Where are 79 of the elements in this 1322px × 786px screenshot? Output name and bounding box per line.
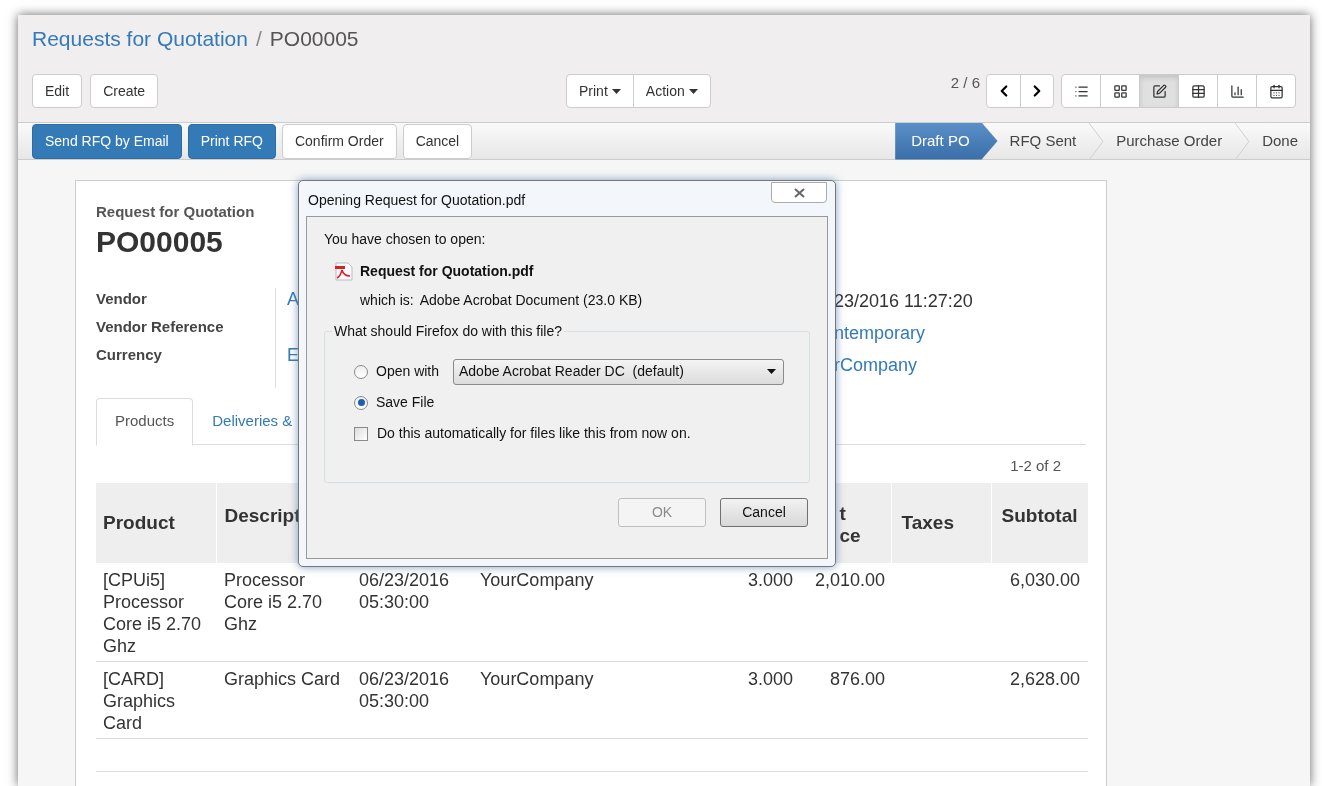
radio-button[interactable] — [354, 395, 368, 410]
stage-step[interactable]: RFQ Sent — [997, 122, 1089, 160]
file-name: Request for Quotation.pdf — [360, 262, 534, 281]
document-subtitle: Request for Quotation — [96, 202, 255, 222]
close-button[interactable] — [771, 182, 827, 203]
field-value-link[interactable]: E — [287, 344, 299, 365]
view-switch-button[interactable] — [1139, 74, 1179, 108]
radio-label[interactable]: Save File — [376, 392, 456, 413]
status-bar-button[interactable]: Print RFQ — [187, 123, 276, 159]
column-header[interactable]: Subtotal — [991, 482, 1088, 563]
table-cell: 3.000 — [706, 661, 799, 738]
next-button[interactable] — [1020, 74, 1054, 108]
table-cell: 2,628.00 — [991, 661, 1088, 738]
intro-text: You have chosen to open: — [324, 230, 487, 249]
status-bar-button[interactable]: Confirm Order — [281, 123, 397, 159]
field-label: Vendor Reference — [96, 316, 225, 337]
pager-text: 2 / 6 — [950, 73, 980, 93]
view-switch-button[interactable] — [1256, 74, 1296, 108]
column-header[interactable]: Taxes — [891, 482, 991, 563]
field-value-link[interactable]: rCompany — [834, 353, 918, 376]
document-title: PO00005 — [96, 223, 223, 260]
table-cell: YourCompany — [473, 562, 604, 661]
cancel-button[interactable]: Cancel — [720, 498, 808, 527]
breadcrumb-current: PO00005 — [269, 26, 359, 53]
stage-step[interactable]: Purchase Order — [1104, 122, 1235, 160]
column-header[interactable]: Product — [96, 482, 216, 563]
caret-icon — [767, 369, 776, 374]
edit-button[interactable]: Edit — [32, 74, 83, 108]
file-type-label: which is: — [360, 291, 414, 310]
table-cell: YourCompany — [473, 661, 604, 738]
breadcrumb-link[interactable]: Requests for Quotation — [32, 23, 248, 55]
close-icon — [793, 187, 805, 198]
dialog-title: Opening Request for Quotation.pdf — [308, 191, 526, 210]
field-label: Vendor — [96, 288, 148, 309]
checkbox[interactable] — [354, 426, 368, 441]
list-pager: 1-2 of 2 — [1010, 455, 1061, 476]
create-button[interactable]: Create — [90, 74, 159, 108]
table-cell: Graphics Card — [216, 661, 351, 738]
previous-button[interactable] — [986, 74, 1021, 108]
tab[interactable]: Products — [96, 397, 194, 446]
print-dropdown[interactable]: Print — [566, 74, 634, 108]
action-dropdown[interactable]: Action — [632, 74, 711, 108]
checkbox-label[interactable]: Do this automatically for files like this from now on. — [377, 423, 691, 444]
calendar-icon — [1268, 83, 1284, 99]
field-value-link[interactable]: ntemporary — [834, 321, 926, 344]
bar-chart-icon — [1229, 83, 1245, 99]
table-cell: [CARD] Graphics Card — [96, 661, 216, 738]
radio-label[interactable]: Open with — [376, 361, 456, 382]
file-type-value: Adobe Acrobat Document (23.0 KB) — [419, 291, 643, 310]
view-switch-button[interactable] — [1178, 74, 1218, 108]
table-icon — [1190, 83, 1206, 99]
caret-icon — [611, 88, 621, 94]
status-bar-button[interactable]: Send RFQ by Email — [32, 123, 182, 159]
tab[interactable]: Deliveries & — [193, 397, 312, 446]
stage-step[interactable]: Draft PO — [895, 122, 998, 160]
table-cell: 06/23/2016 05:30:00 — [351, 661, 473, 738]
field-value: 23/2016 11:27:20 — [834, 289, 973, 312]
table-cell: 6,030.00 — [991, 562, 1088, 661]
view-switch-button[interactable] — [1100, 74, 1140, 108]
stage-step[interactable]: Done — [1250, 122, 1310, 160]
table-cell: 06/23/2016 05:30:00 — [351, 562, 473, 661]
view-switch-button[interactable] — [1217, 74, 1257, 108]
radio-button[interactable] — [354, 364, 368, 379]
table-cell: [CPUi5] Processor Core i5 2.70 Ghz — [96, 562, 216, 661]
grid-icon — [1112, 83, 1128, 99]
table-cell: 2,010.00 — [799, 562, 891, 661]
table-cell: 3.000 — [706, 562, 799, 661]
breadcrumb-separator: / — [255, 26, 262, 53]
pencil-square-icon — [1151, 83, 1167, 99]
caret-icon — [688, 88, 698, 94]
table-cell: 876.00 — [799, 661, 891, 738]
field-value-link[interactable]: A — [287, 288, 299, 309]
pdf-file-icon — [334, 262, 354, 281]
status-bar-button[interactable]: Cancel — [402, 123, 473, 159]
field-label: Currency — [96, 344, 163, 365]
application-dropdown[interactable]: Adobe Acrobat Reader DC (default) — [453, 358, 784, 385]
view-switch-button[interactable] — [1061, 74, 1101, 108]
table-cell: Processor Core i5 2.70 Ghz — [216, 562, 351, 661]
list-icon — [1073, 83, 1089, 99]
